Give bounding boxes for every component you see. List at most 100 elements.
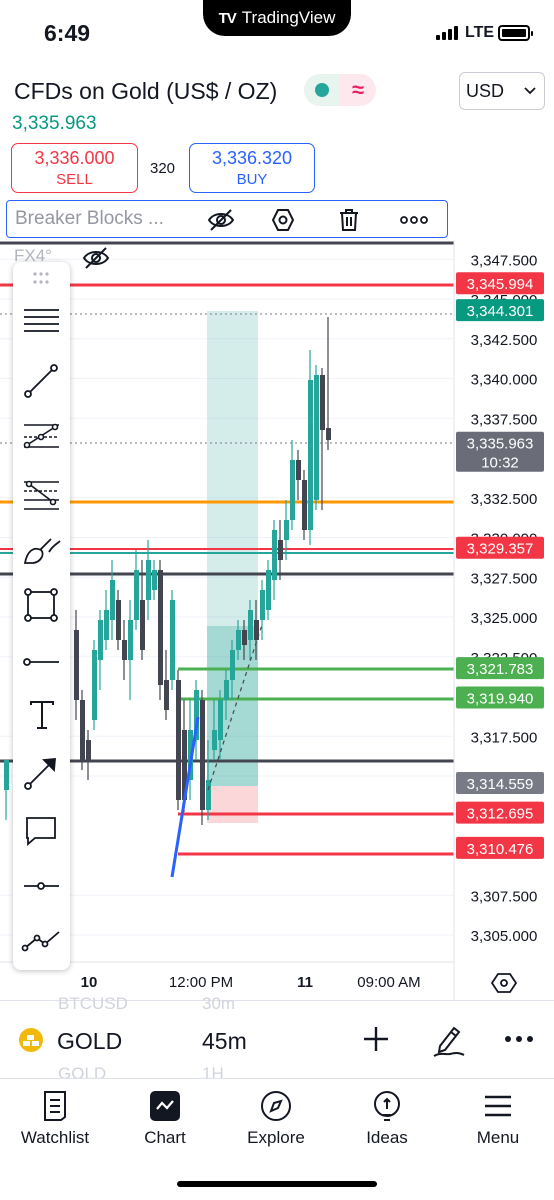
- lightbulb-icon: [374, 1091, 400, 1121]
- chart-icon: [150, 1091, 180, 1121]
- fib-retracement-icon[interactable]: [24, 480, 59, 510]
- price-tag: 3,314.559: [456, 772, 544, 795]
- trend-line-icon[interactable]: [24, 364, 58, 398]
- battery-icon: [498, 25, 533, 41]
- price-tag-label: 3,335.963: [467, 436, 534, 453]
- price-chart[interactable]: 3,355.0003,352.5003,350.0003,347.5003,34…: [0, 240, 554, 1000]
- plus-icon[interactable]: [362, 1025, 390, 1053]
- price-tag-label: 3,329.357: [467, 541, 534, 558]
- price-axis-label: 3,337.500: [471, 411, 538, 428]
- time-axis-label: 10: [81, 974, 98, 991]
- tab-explore[interactable]: Explore: [221, 1090, 331, 1148]
- eye-off-icon[interactable]: [207, 208, 235, 232]
- price-tag: 3,312.695: [456, 801, 544, 824]
- brush-icon[interactable]: [23, 538, 61, 564]
- countdown-label: 10:32: [481, 455, 519, 472]
- tab-chart-label: Chart: [144, 1128, 186, 1147]
- price-tag: 3,319.940: [456, 686, 544, 709]
- horizontal-ray-icon[interactable]: [23, 658, 59, 666]
- sell-price: 3,336.000: [34, 148, 115, 168]
- candle: [266, 560, 271, 620]
- candle: [128, 600, 133, 700]
- market-open-dot-icon: [315, 83, 329, 97]
- price-tag: 3,344.301: [456, 299, 544, 322]
- chevron-down-icon: [524, 87, 536, 95]
- drawing-toolbar: [13, 262, 70, 970]
- gold-bars-icon: [19, 1028, 43, 1052]
- tradingview-pill-label: TradingView: [241, 8, 336, 27]
- candle: [320, 368, 325, 510]
- candle: [104, 590, 109, 650]
- sell-label: SELL: [56, 171, 93, 188]
- price-tag-label: 3,314.559: [467, 776, 534, 793]
- symbol-title[interactable]: CFDs on Gold (US$ / OZ): [14, 78, 277, 105]
- candle: [116, 590, 121, 650]
- chart-settings-icon[interactable]: [490, 973, 518, 993]
- candle: [158, 560, 163, 700]
- candle: [74, 610, 79, 720]
- forecast-icon[interactable]: [21, 931, 60, 952]
- tab-menu-label: Menu: [476, 1128, 520, 1147]
- rectangle-icon[interactable]: [24, 588, 58, 622]
- horizontal-lines-icon[interactable]: [24, 309, 59, 332]
- price-range-icon[interactable]: [24, 882, 59, 890]
- pitchfork-icon[interactable]: [23, 423, 59, 449]
- home-indicator: [177, 1181, 377, 1187]
- eye-off-icon[interactable]: [82, 246, 110, 270]
- currency-select[interactable]: USD: [459, 72, 545, 110]
- sell-button[interactable]: 3,336.000 SELL: [11, 143, 138, 193]
- price-axis-label: 3,332.500: [471, 491, 538, 508]
- trash-icon[interactable]: [338, 208, 360, 232]
- more-icon[interactable]: [504, 1034, 534, 1044]
- time-axis-label: 09:00 AM: [357, 974, 420, 991]
- hamburger-icon: [485, 1095, 511, 1117]
- stop-zone: [207, 786, 258, 823]
- indicator-bar[interactable]: Breaker Blocks ...: [6, 200, 448, 238]
- price-tag-label: 3,345.994: [467, 276, 534, 293]
- candle: [134, 550, 139, 630]
- settings-hexagon-icon[interactable]: [271, 208, 295, 232]
- text-icon[interactable]: [30, 701, 54, 729]
- price-axis-label: 3,342.500: [471, 332, 538, 349]
- watchlist-icon: [44, 1091, 66, 1121]
- arrow-icon[interactable]: [24, 758, 56, 790]
- time-axis-label: 11: [297, 974, 313, 991]
- interval-button[interactable]: 45m: [202, 1028, 247, 1055]
- market-status-toggle[interactable]: ≈: [304, 74, 376, 106]
- candle: [164, 650, 169, 720]
- buy-button[interactable]: 3,336.320 BUY: [189, 143, 315, 193]
- price-tag-label: 3,310.476: [467, 841, 534, 858]
- tab-ideas[interactable]: Ideas: [332, 1090, 442, 1148]
- price-axis-label: 3,307.500: [471, 888, 538, 905]
- tradingview-logo-icon: TV: [218, 9, 237, 27]
- last-price: 3,335.963: [12, 113, 97, 134]
- candle: [110, 560, 115, 640]
- candle: [122, 620, 127, 680]
- tab-ideas-label: Ideas: [366, 1128, 408, 1147]
- tab-watchlist[interactable]: Watchlist: [0, 1090, 110, 1148]
- candle: [272, 520, 277, 600]
- pen-icon[interactable]: [432, 1022, 466, 1058]
- symbol-button[interactable]: GOLD: [57, 1028, 122, 1055]
- tab-menu[interactable]: Menu: [443, 1090, 553, 1148]
- tab-explore-label: Explore: [247, 1128, 305, 1147]
- more-icon[interactable]: [399, 208, 429, 232]
- candle: [92, 640, 97, 730]
- prev-symbol-ghost: BTCUSD: [58, 994, 128, 1013]
- indicator-name: Breaker Blocks ...: [15, 208, 164, 229]
- tab-watchlist-label: Watchlist: [20, 1128, 90, 1147]
- time-axis: 10 12:00 PM 11 09:00 AM: [81, 974, 421, 991]
- candle: [314, 365, 319, 510]
- candle: [278, 520, 283, 580]
- drag-handle-icon[interactable]: [33, 272, 49, 284]
- price-tag: 3,335.963 10:32: [456, 431, 544, 472]
- candle: [152, 560, 157, 600]
- price-tag: 3,310.476: [456, 836, 544, 859]
- candle: [176, 670, 181, 810]
- candle: [80, 690, 85, 770]
- price-axis-label: 3,317.500: [471, 729, 538, 746]
- buy-label: BUY: [236, 171, 268, 188]
- comment-icon[interactable]: [26, 817, 56, 846]
- prev-interval-ghost: 30m: [202, 994, 236, 1013]
- tab-chart[interactable]: Chart: [110, 1090, 220, 1148]
